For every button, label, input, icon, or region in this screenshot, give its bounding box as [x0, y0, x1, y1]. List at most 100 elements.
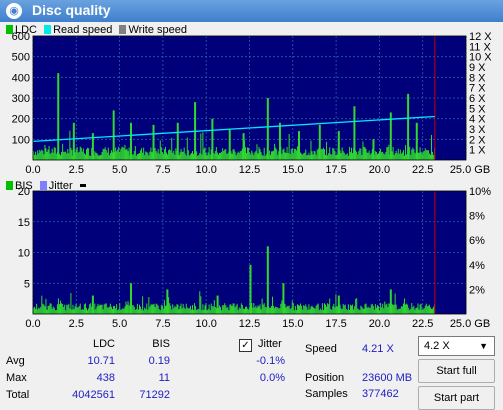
noise-bar: [273, 150, 275, 160]
noise-bar: [354, 306, 356, 314]
noise-bar: [73, 309, 75, 314]
y-tick-label: 300: [12, 93, 30, 105]
noise-bar: [75, 303, 77, 314]
noise-bar: [118, 309, 120, 314]
noise-bar: [149, 151, 151, 160]
noise-bar: [294, 305, 296, 314]
total-ldc: 4042561: [72, 389, 115, 401]
noise-bar: [160, 147, 162, 160]
noise-bar: [423, 151, 425, 160]
noise-bar: [406, 303, 408, 314]
peak-bar: [389, 289, 392, 314]
noise-bar: [422, 151, 424, 160]
y2-tick-label: 7 X: [469, 83, 486, 95]
x-tick-label: 7.5: [155, 318, 170, 330]
noise-bar: [161, 152, 163, 160]
noise-bar: [71, 309, 73, 314]
noise-bar: [239, 151, 241, 160]
noise-bar: [35, 151, 37, 160]
noise-bar: [369, 154, 371, 160]
noise-bar: [188, 155, 190, 160]
noise-bar: [208, 304, 210, 314]
noise-bar: [296, 304, 298, 314]
noise-bar: [261, 154, 263, 160]
start-part-button[interactable]: Start part: [418, 386, 495, 410]
noise-bar: [64, 304, 66, 314]
noise-bar: [380, 148, 382, 160]
jitter-checkbox[interactable]: ✓: [239, 339, 252, 352]
noise-bar: [330, 308, 332, 314]
noise-bar: [308, 304, 310, 314]
noise-bar: [184, 308, 186, 314]
noise-bar: [187, 150, 189, 160]
noise-bar: [295, 310, 297, 314]
noise-bar: [144, 307, 146, 314]
noise-bar: [128, 305, 130, 314]
noise-bar: [431, 134, 433, 160]
noise-bar: [143, 310, 145, 314]
noise-bar: [87, 310, 89, 314]
noise-bar: [409, 146, 411, 160]
noise-bar: [191, 305, 193, 314]
noise-bar: [413, 305, 415, 314]
noise-bar: [343, 152, 345, 160]
noise-bar: [216, 152, 218, 160]
noise-bar: [136, 303, 138, 314]
position-label: Position: [305, 372, 345, 384]
noise-bar: [325, 304, 327, 314]
noise-bar: [107, 147, 109, 160]
peak-bar: [228, 129, 231, 160]
noise-bar: [173, 308, 175, 314]
noise-bar: [209, 154, 211, 160]
col-ldc-header: LDC: [92, 338, 115, 350]
noise-bar: [336, 154, 338, 160]
noise-bar: [314, 308, 316, 314]
noise-bar: [204, 147, 206, 160]
noise-bar: [214, 150, 216, 160]
peak-bar: [112, 110, 115, 160]
noise-bar: [388, 144, 390, 160]
noise-bar: [133, 150, 135, 160]
noise-bar: [299, 305, 301, 314]
noise-bar: [209, 310, 211, 314]
noise-bar: [181, 308, 183, 314]
speed-select[interactable]: 4.2 X ▼: [418, 336, 495, 356]
noise-bar: [141, 309, 143, 314]
y2-tick-label: 5 X: [469, 103, 486, 115]
start-full-button[interactable]: Start full: [418, 359, 495, 383]
x-tick-label: 25.0 GB: [450, 164, 490, 176]
noise-bar: [320, 148, 322, 160]
noise-bar: [147, 152, 149, 160]
noise-bar: [403, 298, 405, 314]
x-tick-label: 0.0: [25, 164, 40, 176]
noise-bar: [274, 143, 276, 160]
noise-bar: [170, 305, 172, 314]
noise-bar: [124, 306, 126, 314]
noise-bar: [77, 152, 79, 160]
y-tick-label: 200: [12, 114, 30, 126]
noise-bar: [43, 304, 45, 314]
noise-bar: [327, 303, 329, 314]
noise-bar: [257, 153, 259, 160]
noise-bar: [395, 304, 397, 314]
noise-bar: [74, 306, 76, 314]
noise-bar: [121, 147, 123, 160]
noise-bar: [34, 154, 36, 160]
noise-bar: [388, 303, 390, 314]
noise-bar: [253, 155, 255, 160]
peak-bar: [249, 264, 252, 314]
x-tick-label: 17.5: [325, 164, 346, 176]
y2-tick-label: 4 X: [469, 114, 486, 126]
noise-bar: [171, 309, 173, 314]
noise-bar: [398, 308, 400, 314]
noise-bar: [303, 305, 305, 314]
noise-bar: [283, 148, 285, 160]
noise-bar: [232, 303, 234, 314]
noise-bar: [158, 153, 160, 160]
noise-bar: [111, 309, 113, 314]
noise-bar: [208, 147, 210, 160]
y2-tick-label: 4%: [469, 260, 485, 272]
noise-bar: [113, 305, 115, 314]
noise-bar: [386, 303, 388, 314]
peak-bar: [372, 139, 375, 160]
